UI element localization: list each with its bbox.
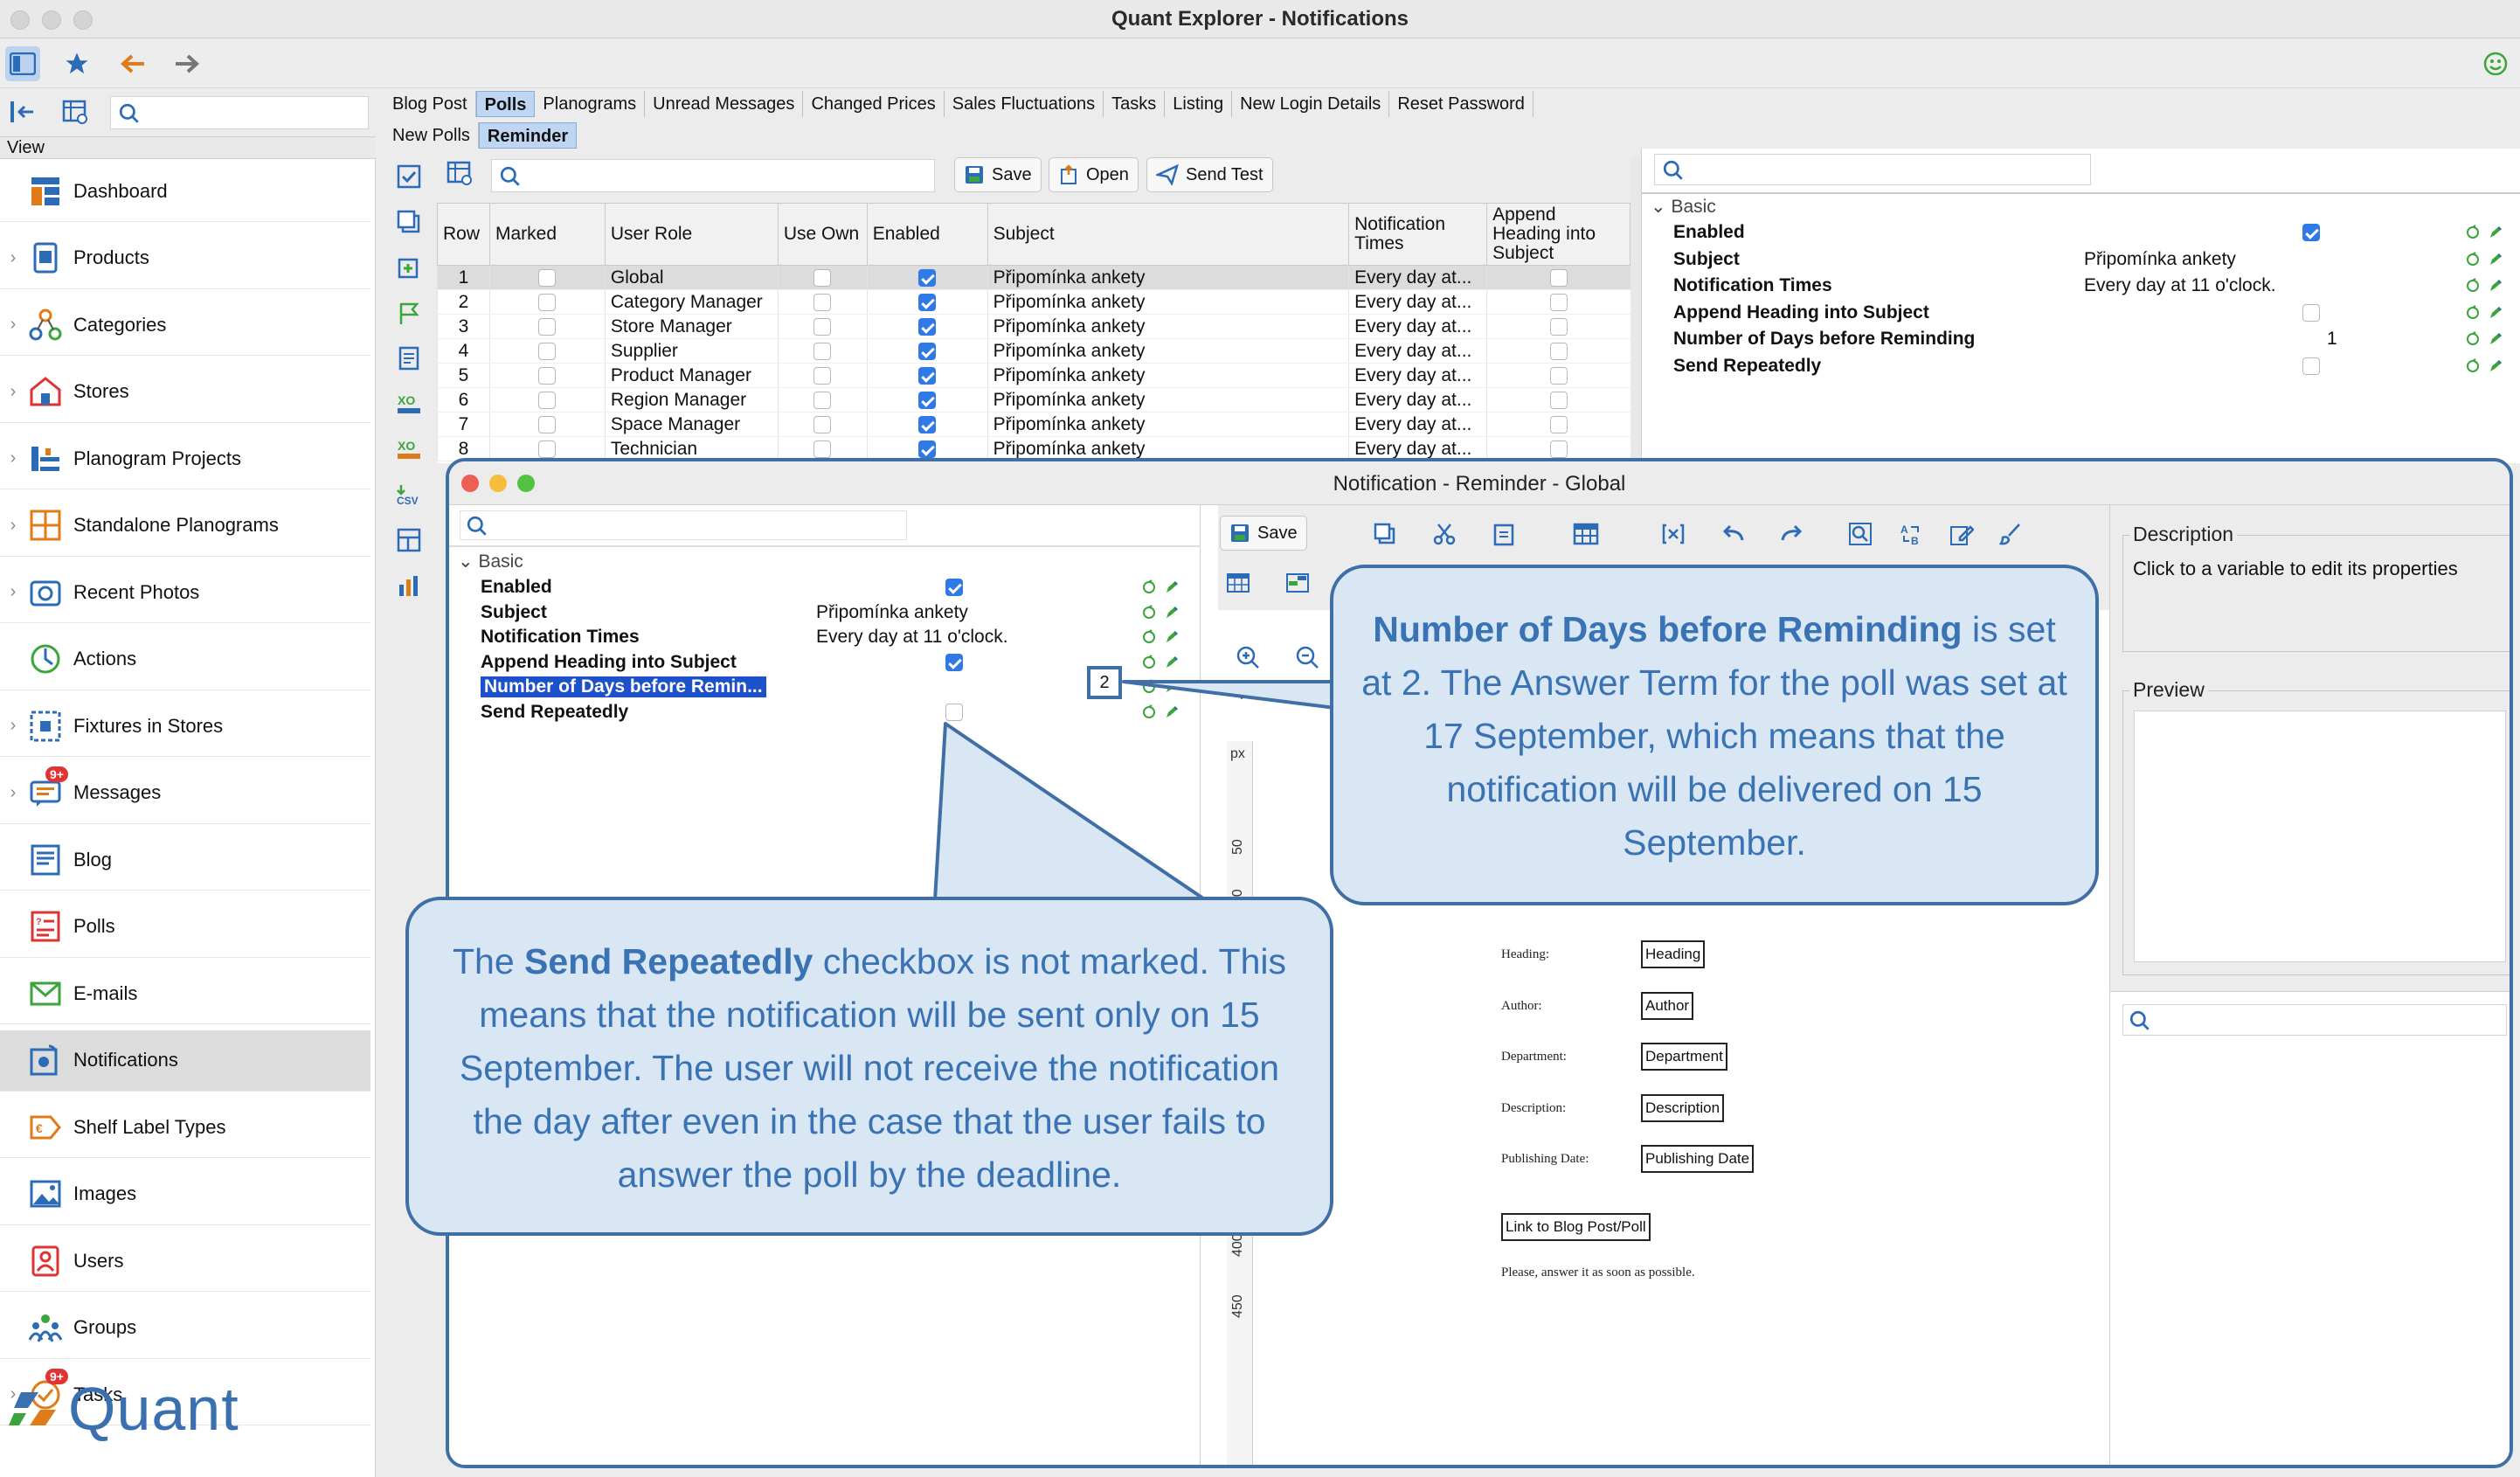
repeat-callout: The Send Repeatedly checkbox is not mark…: [405, 897, 1333, 1236]
repeat-callout-title: Send Repeatedly: [524, 941, 813, 981]
repeat-callout-prefix: The: [452, 941, 525, 981]
days-callout-title: Number of Days before Reminding: [1373, 609, 1963, 649]
days-callout: Number of Days before Reminding is set a…: [1330, 565, 2099, 905]
callout-pointers: [933, 680, 1337, 902]
